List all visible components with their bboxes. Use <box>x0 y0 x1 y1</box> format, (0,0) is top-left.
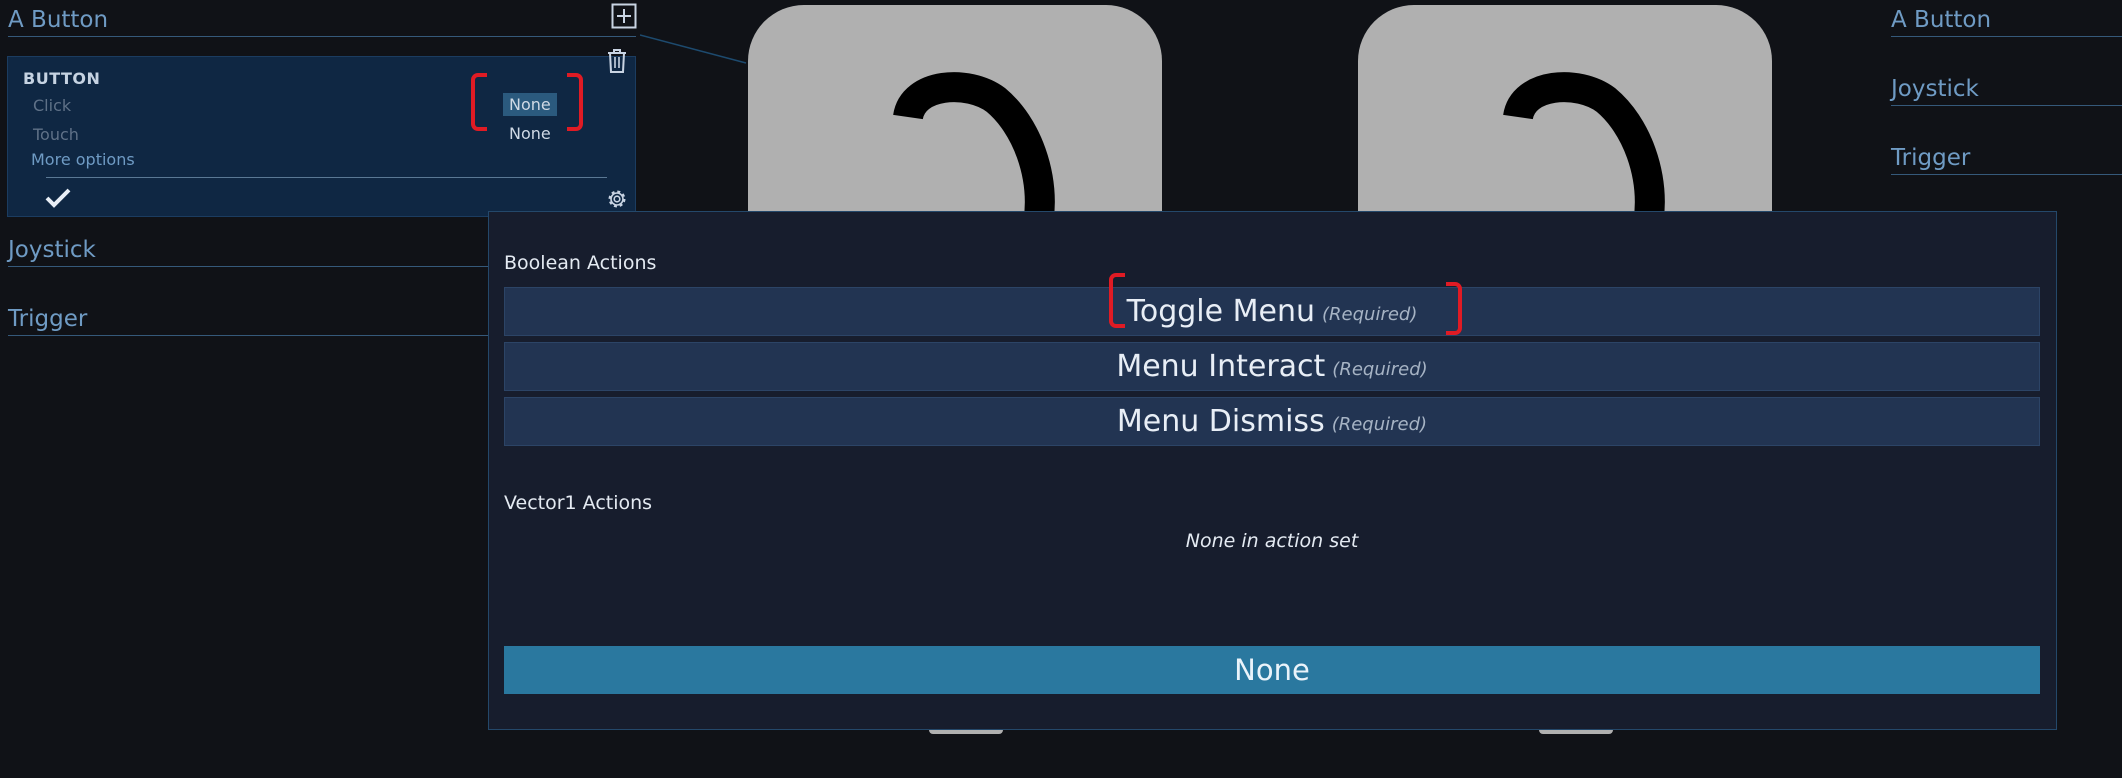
add-box-icon[interactable] <box>611 3 637 33</box>
action-name: Menu Interact <box>1116 349 1326 384</box>
action-name: Toggle Menu <box>1126 294 1315 329</box>
section-title-joystick[interactable]: Joystick <box>8 236 488 267</box>
required-tag: (Required) <box>1322 304 1418 325</box>
click-label: Click <box>33 96 72 115</box>
right-section-a-button[interactable]: A Button <box>1891 6 2122 37</box>
binding-card: BUTTON Click Touch None None More option… <box>7 49 636 217</box>
none-button[interactable]: None <box>504 646 2040 694</box>
boolean-actions-heading: Boolean Actions <box>504 252 657 274</box>
trash-icon[interactable] <box>606 48 628 78</box>
highlight-bracket-right <box>1446 282 1462 335</box>
connector-line <box>640 34 747 64</box>
required-tag: (Required) <box>1331 414 1428 435</box>
vector1-empty-message: None in action set <box>1185 530 1359 552</box>
required-tag: (Required) <box>1332 359 1428 380</box>
action-chooser-popup: Boolean Actions Toggle Menu (Required) M… <box>488 211 2057 730</box>
card-divider <box>46 177 607 178</box>
action-menu-dismiss[interactable]: Menu Dismiss (Required) <box>504 397 2040 446</box>
highlight-bracket-left <box>471 73 487 131</box>
click-binding-value[interactable]: None <box>503 93 557 116</box>
highlight-bracket-left <box>1109 273 1125 328</box>
touch-label: Touch <box>33 125 79 144</box>
section-title-trigger[interactable]: Trigger <box>8 305 488 336</box>
controller-image-left <box>748 5 1162 225</box>
binding-type-label: BUTTON <box>23 69 101 88</box>
right-section-trigger[interactable]: Trigger <box>1891 144 2122 175</box>
controller-image-right <box>1358 5 1772 225</box>
action-name: Menu Dismiss <box>1116 404 1325 439</box>
action-toggle-menu[interactable]: Toggle Menu (Required) <box>504 287 2040 336</box>
vector1-actions-heading: Vector1 Actions <box>504 492 653 514</box>
section-title-a-button[interactable]: A Button <box>8 6 636 37</box>
right-section-joystick[interactable]: Joystick <box>1891 75 2122 106</box>
touch-binding-value[interactable]: None <box>503 122 557 145</box>
action-menu-interact[interactable]: Menu Interact (Required) <box>504 342 2040 391</box>
more-options-link[interactable]: More options <box>31 150 135 169</box>
checkmark-icon[interactable] <box>45 187 71 213</box>
highlight-bracket-right <box>567 73 583 131</box>
